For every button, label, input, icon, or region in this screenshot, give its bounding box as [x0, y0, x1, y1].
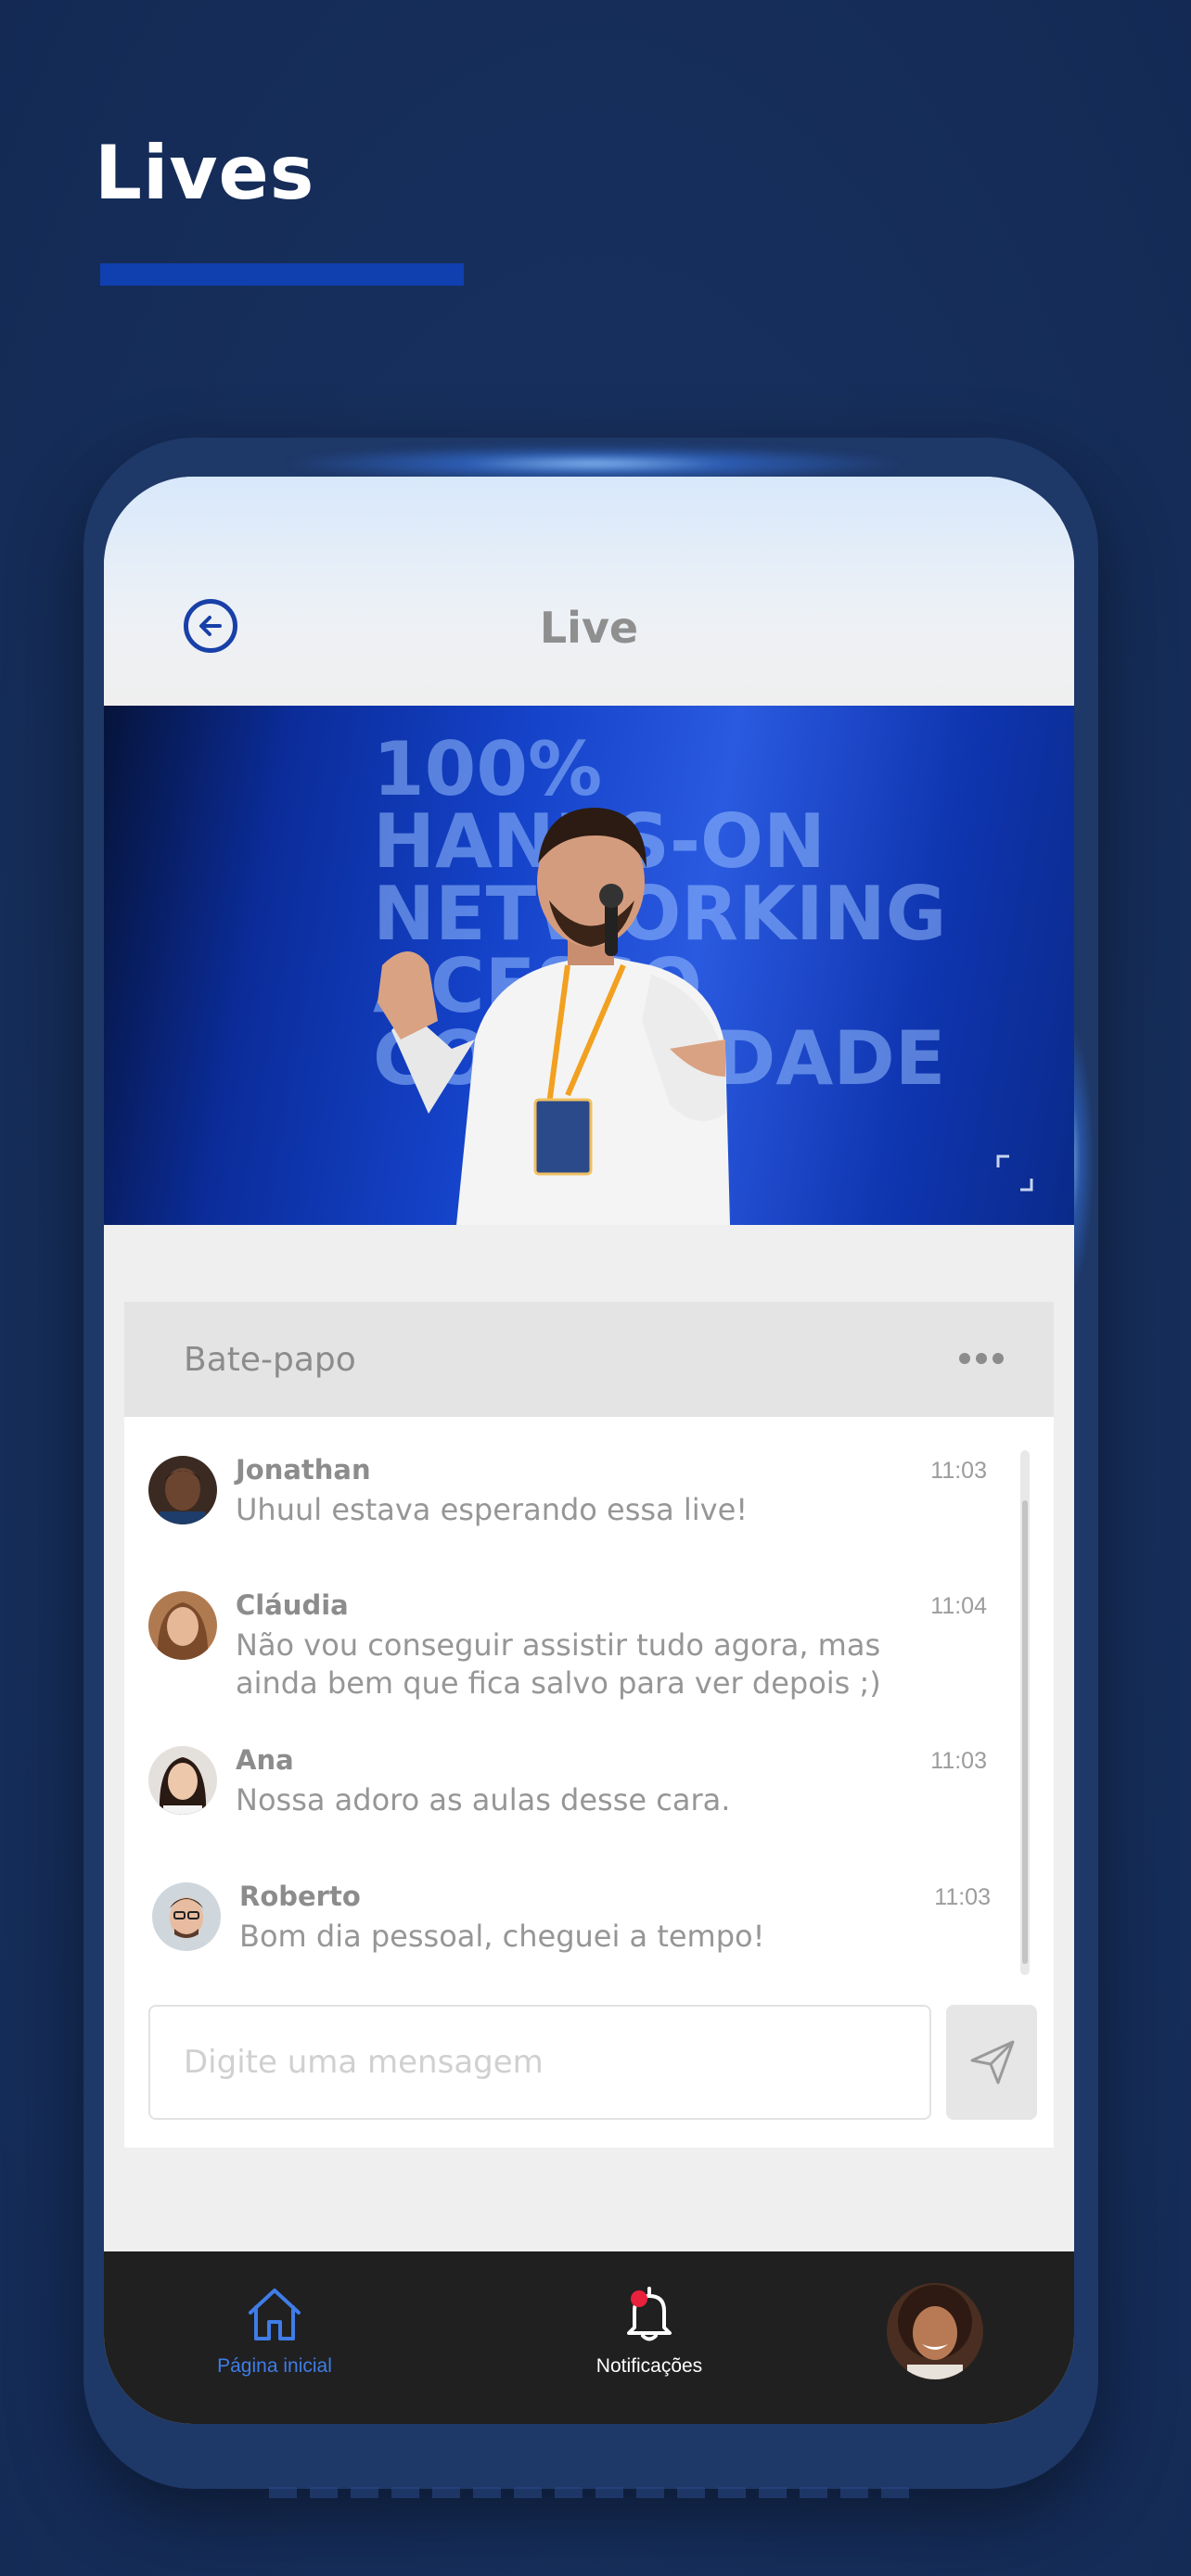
send-button[interactable] [946, 2005, 1037, 2120]
fullscreen-icon[interactable] [994, 1153, 1035, 1193]
more-horizontal-icon [976, 1353, 987, 1364]
more-horizontal-icon [959, 1353, 970, 1364]
nav-item-notifications[interactable]: Notificações [540, 2251, 759, 2424]
app-header: Live [104, 477, 1074, 706]
avatar [152, 1882, 221, 1951]
page-title: Live [539, 603, 639, 653]
promo-underline [100, 263, 464, 286]
user-photo-icon [148, 1456, 217, 1524]
user-photo-icon [148, 1591, 217, 1660]
speaker-image [378, 808, 730, 1225]
user-photo-icon [152, 1882, 221, 1951]
chat-scrollbar[interactable] [1020, 1450, 1030, 1975]
message-text: Bom dia pessoal, cheguei a tempo! [239, 1919, 765, 1954]
phone-screen: Live 100% HANDS-ON NETWORKING ACESSO COM… [104, 477, 1074, 2424]
chat-panel: Bate-papo Jonathan 11:03 Uhuul estava es… [124, 1302, 1054, 2148]
profile-avatar[interactable] [887, 2283, 983, 2379]
avatar [148, 1746, 217, 1815]
message-text: Nossa adoro as aulas desse cara. [236, 1782, 731, 1817]
promo-title: Lives [95, 130, 315, 216]
nav-item-home[interactable]: Página inicial [184, 2251, 365, 2424]
phone-reflection [269, 2487, 918, 2498]
chat-scrollbar-thumb[interactable] [1022, 1500, 1028, 1964]
send-icon [970, 2040, 1015, 2085]
home-icon [249, 2289, 301, 2340]
avatar [148, 1456, 217, 1524]
message-time: 11:03 [930, 1748, 987, 1774]
chat-header: Bate-papo [124, 1302, 1054, 1417]
message-input[interactable] [148, 2005, 931, 2120]
nav-label-home: Página inicial [217, 2355, 332, 2377]
notification-badge [631, 2290, 647, 2307]
more-horizontal-icon [992, 1353, 1004, 1364]
message-author: Roberto [239, 1881, 361, 1912]
user-photo-icon [887, 2283, 983, 2379]
message-time: 11:04 [930, 1593, 987, 1619]
message-text: Uhuul estava esperando essa live! [236, 1492, 749, 1527]
message-author: Ana [236, 1744, 294, 1776]
message-author: Cláudia [236, 1589, 349, 1621]
message-time: 11:03 [930, 1458, 987, 1484]
bottom-navigation: Página inicial Notificações [104, 2251, 1074, 2424]
more-options-button[interactable] [959, 1352, 1011, 1371]
user-photo-icon [148, 1746, 217, 1815]
live-video-player[interactable]: 100% HANDS-ON NETWORKING ACESSO COMUNIDA… [104, 706, 1074, 1225]
message-text: Não vou conseguir assistir tudo agora, m… [236, 1627, 881, 1701]
message-author: Jonathan [236, 1454, 371, 1486]
message-time: 11:03 [934, 1884, 991, 1910]
nav-label-notifications: Notificações [596, 2355, 703, 2377]
chat-title: Bate-papo [184, 1341, 356, 1379]
avatar [148, 1591, 217, 1660]
